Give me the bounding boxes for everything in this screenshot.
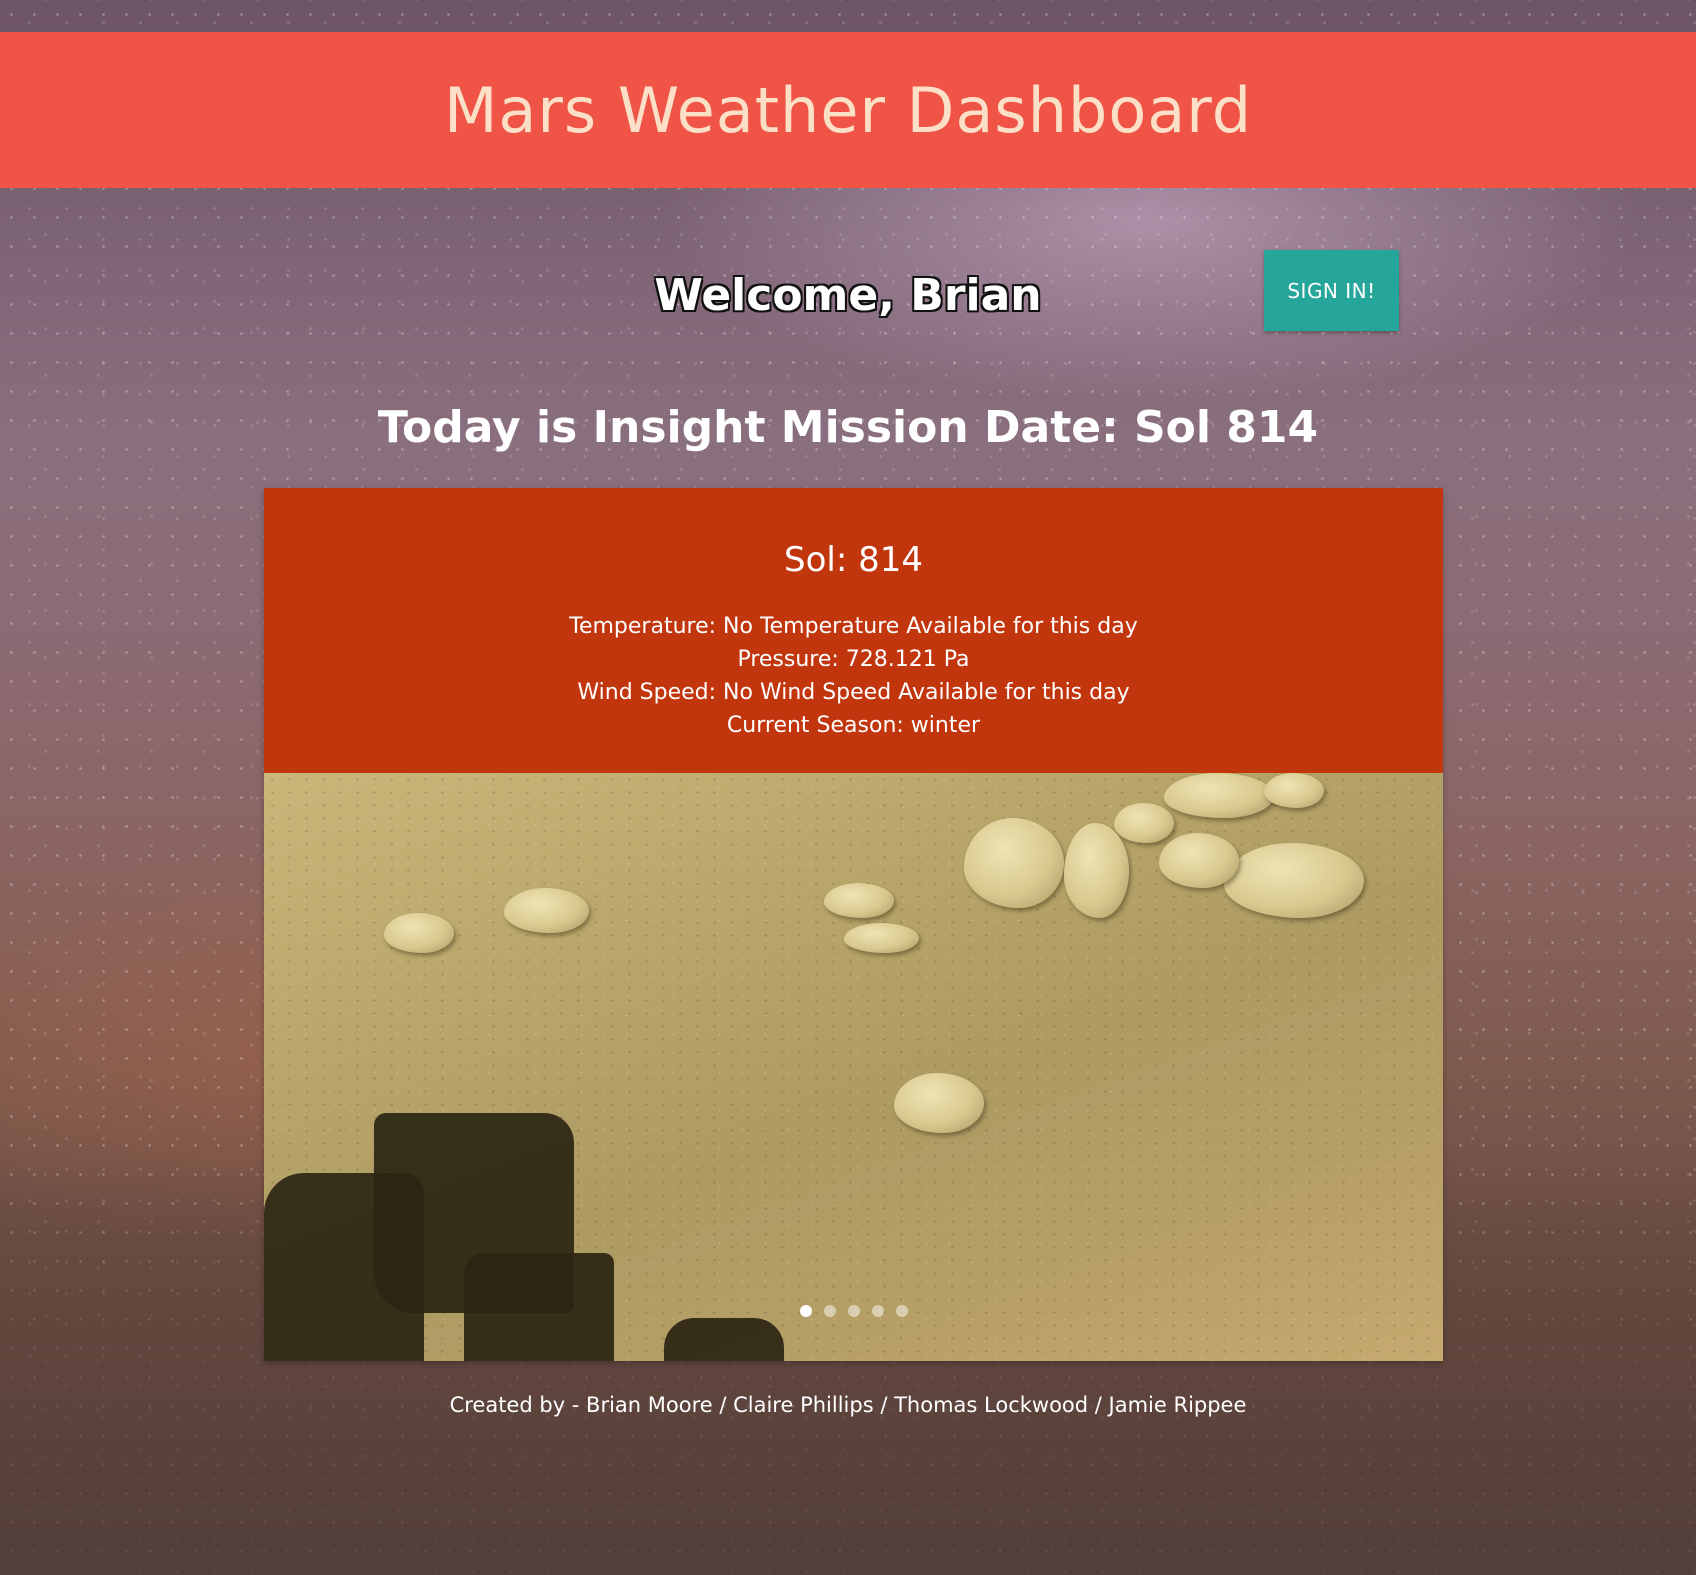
mission-date-heading: Today is Insight Mission Date: Sol 814 bbox=[377, 402, 1319, 453]
mars-rock bbox=[1164, 773, 1274, 818]
welcome-message: Welcome, Brian bbox=[654, 270, 1042, 321]
carousel-dot[interactable] bbox=[799, 1305, 812, 1317]
weather-info-panel: Sol: 814 Temperature: No Temperature Ava… bbox=[264, 488, 1443, 773]
rover-shadow bbox=[264, 1173, 424, 1361]
mars-rock bbox=[894, 1073, 984, 1133]
mars-photo-carousel[interactable] bbox=[264, 773, 1443, 1361]
sol-label: Sol: 814 bbox=[784, 540, 923, 580]
sign-in-button[interactable]: SIGN IN! bbox=[1264, 250, 1399, 331]
mars-rock bbox=[504, 888, 589, 933]
wind-speed-text: Wind Speed: No Wind Speed Available for … bbox=[577, 680, 1130, 705]
carousel-indicators bbox=[264, 1305, 1443, 1317]
mars-rock bbox=[384, 913, 454, 953]
pressure-text: Pressure: 728.121 Pa bbox=[737, 647, 970, 672]
weather-card: Sol: 814 Temperature: No Temperature Ava… bbox=[264, 488, 1443, 1361]
page-title: Mars Weather Dashboard bbox=[443, 73, 1253, 147]
footer-credits: Created by - Brian Moore / Claire Philli… bbox=[449, 1393, 1247, 1417]
mars-rock bbox=[1224, 843, 1364, 918]
mars-rock bbox=[1064, 823, 1129, 918]
mars-rock bbox=[1114, 803, 1174, 843]
mars-rock bbox=[1159, 833, 1239, 888]
rover-shadow bbox=[664, 1318, 784, 1361]
mars-rock bbox=[824, 883, 894, 918]
temperature-text: Temperature: No Temperature Available fo… bbox=[569, 614, 1138, 639]
mars-rock bbox=[964, 818, 1064, 908]
carousel-dot[interactable] bbox=[871, 1305, 884, 1317]
page-header: Mars Weather Dashboard bbox=[0, 32, 1696, 188]
carousel-dot[interactable] bbox=[895, 1305, 908, 1317]
mars-rock bbox=[1264, 773, 1324, 808]
season-text: Current Season: winter bbox=[726, 713, 981, 738]
mars-rock bbox=[844, 923, 919, 953]
carousel-dot[interactable] bbox=[847, 1305, 860, 1317]
carousel-dot[interactable] bbox=[823, 1305, 836, 1317]
